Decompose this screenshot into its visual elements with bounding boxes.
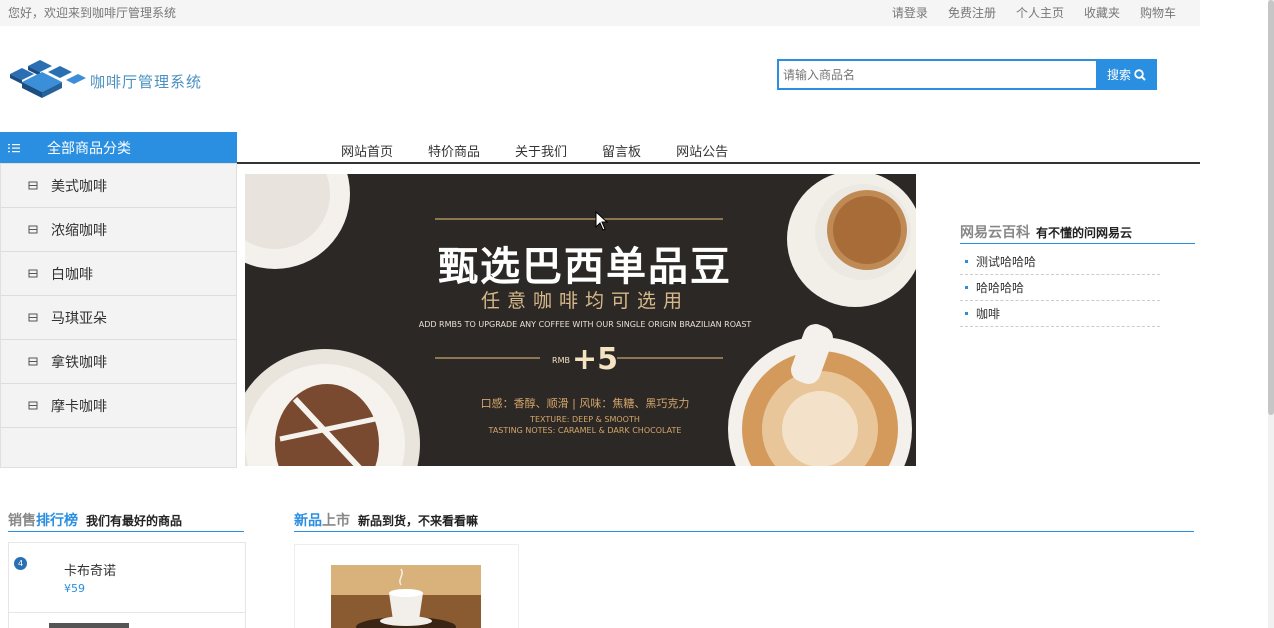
new-header: 新品 上市 新品到货，不来看看嘛 (294, 510, 1194, 532)
register-link[interactable]: 免费注册 (948, 4, 996, 21)
banner-english: ADD RMB5 TO UPGRADE ANY COFFEE WITH OUR … (418, 320, 752, 329)
new-subtitle: 新品到货，不来看看嘛 (358, 514, 479, 528)
logo-text: 咖啡厅管理系统 (90, 73, 203, 91)
new-title-blue: 新品 (294, 513, 322, 529)
wiki-header: 网易云百科 有不懂的问网易云 (960, 222, 1195, 244)
wiki-list: 测试哈哈哈 哈哈哈哈 咖啡 (960, 249, 1160, 327)
coffee-cup-image (331, 565, 481, 628)
cart-link[interactable]: 购物车 (1140, 4, 1176, 21)
bullet-icon (965, 312, 968, 315)
banner-subtitle: 任意咖啡均可选用 (480, 290, 689, 312)
rank-product-thumbnail[interactable] (49, 623, 129, 628)
rank-product-price: ¥59 (64, 582, 85, 595)
category-item[interactable]: 白咖啡 (1, 252, 236, 296)
category-icon (28, 357, 38, 366)
search-input[interactable] (777, 59, 1096, 90)
welcome-text: 您好，欢迎来到咖啡厅管理系统 (8, 6, 177, 20)
wiki-item[interactable]: 哈哈哈哈 (960, 275, 1160, 301)
rank-item[interactable]: 4 卡布奇诺 ¥59 (9, 543, 245, 613)
rank-subtitle: 我们有最好的商品 (86, 514, 183, 528)
wiki-item-label: 咖啡 (976, 307, 1001, 321)
site-logo[interactable]: 咖啡厅管理系统 (8, 58, 242, 102)
top-bar: 您好，欢迎来到咖啡厅管理系统 请登录 免费注册 个人主页 收藏夹 购物车 (0, 0, 1200, 26)
mouse-cursor-icon (595, 211, 609, 231)
rank-header: 销售 排行榜 我们有最好的商品 (8, 510, 244, 532)
banner-taste: 口感：香醇、顺滑 | 风味：焦糖、黑巧克力 (480, 397, 690, 410)
promo-banner[interactable]: 甄选巴西单品豆 任意咖啡均可选用 ADD RMB5 TO UPGRADE ANY… (245, 174, 916, 466)
logo-blocks-icon (10, 60, 86, 98)
wiki-item-label: 测试哈哈哈 (976, 255, 1037, 269)
all-categories-label: 全部商品分类 (47, 140, 131, 157)
category-label: 浓缩咖啡 (51, 222, 107, 239)
wiki-subtitle: 有不懂的问网易云 (1036, 226, 1133, 240)
banner-price-value: +5 (571, 342, 618, 377)
bullet-icon (965, 260, 968, 263)
banner-notes: TEXTURE: DEEP & SMOOTH TASTING NOTES: CA… (405, 414, 765, 436)
banner-notes-line: TASTING NOTES: CARAMEL & DARK CHOCOLATE (488, 426, 682, 435)
rank-title-gray: 销售 (8, 513, 36, 529)
menu-home[interactable]: 网站首页 (341, 141, 393, 160)
category-label: 摩卡咖啡 (51, 398, 107, 415)
rank-list: 4 卡布奇诺 ¥59 (8, 542, 246, 628)
menu-about[interactable]: 关于我们 (515, 141, 567, 160)
wiki-item[interactable]: 咖啡 (960, 301, 1160, 327)
sales-ranking: 销售 排行榜 我们有最好的商品 4 卡布奇诺 ¥59 (8, 510, 246, 628)
category-icon (28, 313, 38, 322)
top-links: 请登录 免费注册 个人主页 收藏夹 购物车 (892, 4, 1176, 21)
wiki-title: 网易云百科 (960, 225, 1030, 241)
category-icon (28, 401, 38, 410)
category-item[interactable]: 美式咖啡 (1, 164, 236, 208)
new-title-gray: 上市 (322, 513, 350, 529)
main-menu: 网站首页 特价商品 关于我们 留言板 网站公告 (341, 141, 728, 160)
category-label: 白咖啡 (51, 266, 93, 283)
login-link[interactable]: 请登录 (892, 4, 928, 21)
bullet-icon (965, 286, 968, 289)
favorites-link[interactable]: 收藏夹 (1084, 4, 1120, 21)
category-item[interactable]: 浓缩咖啡 (1, 208, 236, 252)
search-button[interactable]: 搜索 (1096, 59, 1157, 90)
product-card[interactable] (294, 544, 519, 628)
banner-title: 甄选巴西单品豆 (438, 244, 732, 290)
new-products: 新品 上市 新品到货，不来看看嘛 (294, 510, 1194, 628)
banner-rmb-label: RMB (552, 356, 570, 365)
menu-messages[interactable]: 留言板 (602, 141, 641, 160)
rank-product-name: 卡布奇诺 (64, 564, 117, 579)
category-icon (28, 225, 38, 234)
wiki-item[interactable]: 测试哈哈哈 (960, 249, 1160, 275)
category-item[interactable]: 拿铁咖啡 (1, 340, 236, 384)
wiki-panel: 网易云百科 有不懂的问网易云 测试哈哈哈 哈哈哈哈 咖啡 (960, 222, 1195, 327)
search-bar: 搜索 (777, 59, 1157, 90)
category-icon (28, 269, 38, 278)
list-icon (8, 143, 20, 152)
banner-price: RMB+5 (545, 342, 625, 377)
category-icon (28, 181, 38, 190)
nav-divider (237, 162, 1200, 164)
profile-link[interactable]: 个人主页 (1016, 4, 1064, 21)
rank-number-badge: 4 (14, 557, 27, 570)
category-label: 拿铁咖啡 (51, 354, 107, 371)
menu-notices[interactable]: 网站公告 (676, 141, 728, 160)
wiki-item-label: 哈哈哈哈 (976, 281, 1025, 295)
category-item[interactable]: 摩卡咖啡 (1, 384, 236, 428)
category-sidebar: 美式咖啡 浓缩咖啡 白咖啡 马琪亚朵 拿铁咖啡 摩卡咖啡 (0, 163, 237, 468)
menu-specials[interactable]: 特价商品 (428, 141, 480, 160)
search-icon (1134, 68, 1146, 81)
rank-title-blue: 排行榜 (36, 513, 78, 529)
product-image[interactable] (331, 565, 481, 628)
banner-notes-line: TEXTURE: DEEP & SMOOTH (530, 415, 640, 424)
category-label: 马琪亚朵 (51, 310, 107, 327)
category-item[interactable]: 马琪亚朵 (1, 296, 236, 340)
scrollbar-thumb[interactable] (1268, 0, 1274, 415)
page-scrollbar[interactable] (1268, 0, 1274, 628)
search-button-label: 搜索 (1106, 68, 1131, 82)
category-label: 美式咖啡 (51, 178, 107, 195)
all-categories-button[interactable]: 全部商品分类 (0, 132, 237, 163)
